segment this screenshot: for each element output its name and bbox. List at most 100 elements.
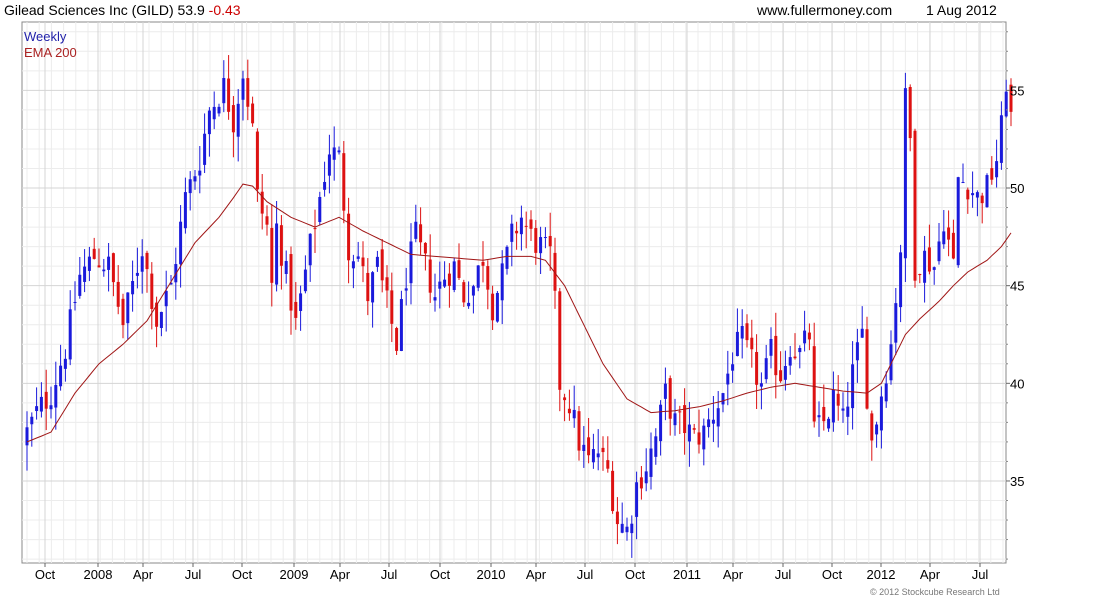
candle-body [443,279,447,287]
candle-body [25,427,29,446]
candle-body [702,425,706,450]
candle-body [30,416,34,425]
candle-body [203,133,207,165]
candle-body [879,396,883,431]
candle-body [126,292,130,324]
candle-body [855,342,859,361]
candle-body [164,290,168,307]
candle-body [116,281,120,307]
candle-body [35,406,39,412]
candle-body [371,272,375,303]
legend-ema: EMA 200 [24,45,77,60]
candle-body [971,193,975,196]
candle-body [356,256,360,259]
grid-lines [22,22,1006,563]
candle-body [87,256,91,271]
candle-body [361,257,365,267]
candle-body [908,86,912,139]
candle-body [572,409,576,419]
y-tick-label: 35 [1010,474,1024,489]
candle-body [937,241,941,262]
candle-body [342,153,346,211]
candle-body [212,106,216,120]
candle-body [639,477,643,489]
x-tick-label: Oct [35,567,56,582]
candle-body [899,252,903,308]
candle-body [620,523,624,533]
candle-body [519,217,523,235]
x-tick-label: Apr [133,567,154,582]
candle-body [270,227,274,283]
candle-body [476,265,480,288]
candle-body [433,297,437,301]
candle-body [183,192,187,229]
candle-body [505,246,509,269]
candle-body [63,358,67,369]
candle-body [39,396,43,412]
candle-body [803,330,807,344]
candle-body [447,273,451,286]
legend-weekly: Weekly [24,29,67,44]
candle-body [380,249,384,281]
candle-body [779,370,783,382]
candle-body [894,303,898,343]
candle-body [68,309,72,360]
candle-body [303,269,307,292]
candle-body [308,233,312,266]
candle-body [102,269,106,272]
candle-body [707,419,711,428]
candle-body [140,256,144,272]
candle-body [399,299,403,351]
candle-body [798,347,802,353]
candle-body [961,182,965,184]
candle-body [299,293,303,311]
candle-body [596,453,600,458]
candle-body [207,110,211,135]
candle-body [865,329,869,409]
copyright: © 2012 Stockcube Research Ltd [870,587,1000,597]
candle-body [985,175,989,208]
candle-body [193,176,197,182]
candle-body [457,260,461,278]
candle-body [332,147,336,160]
candle-body [419,224,423,243]
candle-body [635,482,639,517]
candle-body [327,154,331,176]
candle-body [927,247,931,272]
candle-body [745,323,749,341]
candle-body [49,405,53,410]
candle-body [947,227,951,240]
candle-body [913,130,917,281]
candle-body [150,273,154,309]
candle-body [995,161,999,178]
candle-body [951,232,955,259]
candle-body [337,150,341,153]
candle-body [347,213,351,261]
candle-body [846,406,850,417]
candle-body [721,393,725,405]
candle-body [654,436,658,457]
candle-body [630,523,634,534]
candle-body [731,364,735,371]
candle-body [759,383,763,387]
x-tick-label: Oct [625,567,646,582]
candle-body [318,196,322,223]
x-tick-label: Apr [723,567,744,582]
candle-body [884,383,888,402]
candle-body [716,408,720,427]
candle-body [999,115,1003,163]
candle-body [668,378,672,419]
x-tick-label: 2008 [84,567,113,582]
candle-body [606,460,610,469]
candle-body [870,413,874,441]
candle-body [942,231,946,245]
candle-body [231,105,235,133]
candle-body [222,78,226,104]
candle-body [241,78,245,100]
candle-body [726,373,730,385]
candle-body [875,424,879,435]
x-tick-label: 2011 [673,567,701,582]
candle-body [529,219,533,229]
candle-body [591,449,595,463]
candle-body [841,408,845,411]
